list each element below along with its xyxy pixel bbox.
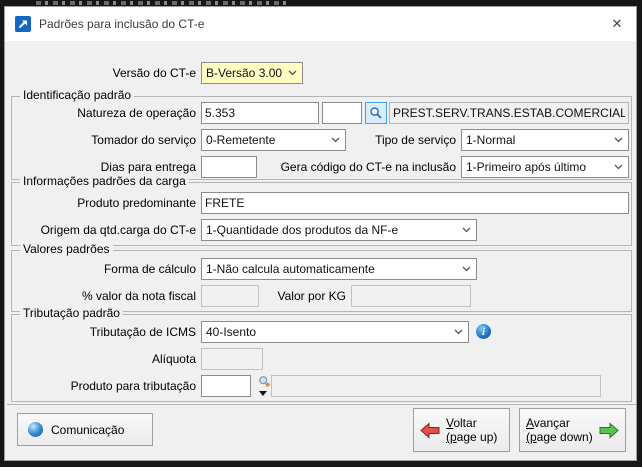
produto-tributacao-search-button[interactable]	[257, 374, 271, 388]
titlebar: Padrões para inclusão do CT-e ✕	[5, 7, 636, 41]
avancar-button-sublabel: (page down)	[526, 430, 593, 444]
icms-value: 40-Isento	[206, 325, 257, 339]
forma-calculo-combobox[interactable]: 1-Não calcula automaticamente	[201, 258, 477, 280]
dialog-title: Padrões para inclusão do CT-e	[39, 17, 205, 31]
cte-defaults-dialog: Padrões para inclusão do CT-e ✕ Versão d…	[4, 6, 637, 461]
chevron-down-icon	[462, 227, 471, 233]
gera-codigo-combobox[interactable]: 1-Primeiro após último	[461, 156, 629, 178]
app-icon	[15, 16, 31, 32]
voltar-button[interactable]: Voltar (page up)	[413, 408, 510, 452]
forma-calculo-label: Forma de cálculo	[103, 262, 196, 276]
gera-codigo-label: Gera código do CT-e na inclusão	[280, 160, 456, 174]
produto-predominante-label: Produto predominante	[77, 196, 196, 210]
chevron-down-icon	[454, 329, 463, 335]
comunicacao-button-label: Comunicação	[51, 422, 125, 437]
dias-entrega-label: Dias para entrega	[100, 160, 196, 174]
chevron-down-icon	[614, 137, 623, 143]
origem-carga-combobox[interactable]: 1-Quantidade dos produtos da NF-e	[201, 219, 477, 241]
natureza-codigo-input[interactable]	[201, 102, 319, 124]
avancar-button-label: Avançar	[526, 416, 570, 430]
produto-tributacao-label: Produto para tributação	[70, 379, 196, 393]
chevron-down-icon	[614, 164, 623, 170]
avancar-button[interactable]: Avançar (page down)	[519, 408, 626, 452]
forward-arrow-icon	[599, 421, 619, 439]
aliquota-input	[201, 348, 263, 370]
chevron-down-icon	[462, 266, 471, 272]
group-identificacao-legend: Identificação padrão	[20, 88, 135, 102]
group-valores-legend: Valores padrões	[20, 242, 113, 256]
chevron-down-icon	[331, 137, 340, 143]
versao-label: Versão do CT-e	[112, 66, 196, 80]
natureza-search-button[interactable]	[365, 102, 387, 124]
voltar-button-label: Voltar	[446, 416, 477, 430]
group-tributacao-legend: Tributação padrão	[20, 306, 123, 320]
origem-carga-label: Origem da qtd.carga do CT-e	[40, 223, 196, 237]
tipo-servico-label: Tipo de serviço	[375, 133, 456, 147]
versao-combobox[interactable]: B-Versão 3.00	[201, 62, 303, 84]
background-window-edge	[36, 1, 288, 5]
produto-tributacao-dropdown-triangle[interactable]	[259, 391, 267, 396]
screenshot-root: Padrões para inclusão do CT-e ✕ Versão d…	[0, 0, 642, 471]
tomador-combobox[interactable]: 0-Remetente	[201, 129, 346, 151]
globe-icon	[28, 422, 43, 437]
close-icon[interactable]: ✕	[608, 15, 626, 33]
produto-tributacao-input[interactable]	[201, 375, 251, 397]
icms-label: Tributação de ICMS	[89, 325, 196, 339]
natureza-descricao-field	[389, 102, 629, 124]
forma-calculo-value: 1-Não calcula automaticamente	[206, 262, 375, 276]
tomador-label: Tomador do serviço	[91, 133, 196, 147]
natureza-sufixo-input[interactable]	[322, 102, 362, 124]
comunicacao-button[interactable]: Comunicação	[17, 413, 153, 446]
gera-codigo-value: 1-Primeiro após último	[466, 160, 587, 174]
produto-tributacao-descricao-field	[271, 375, 601, 397]
origem-carga-value: 1-Quantidade dos produtos da NF-e	[206, 223, 399, 237]
pct-nota-label: % valor da nota fiscal	[81, 289, 196, 303]
group-carga-legend: Informações padrões da carga	[20, 174, 189, 188]
aliquota-label: Alíquota	[151, 352, 196, 366]
valor-kg-input	[351, 285, 471, 307]
versao-value: B-Versão 3.00	[206, 66, 283, 80]
icms-combobox[interactable]: 40-Isento	[201, 321, 469, 343]
tipo-servico-combobox[interactable]: 1-Normal	[461, 129, 629, 151]
tipo-servico-value: 1-Normal	[466, 133, 516, 147]
valor-kg-label: Valor por KG	[277, 289, 346, 303]
voltar-button-sublabel: (page up)	[446, 430, 498, 444]
dias-entrega-input[interactable]	[201, 156, 257, 178]
search-small-icon	[258, 375, 270, 387]
bottom-separator	[7, 404, 636, 405]
produto-predominante-input[interactable]	[201, 192, 629, 214]
natureza-label: Natureza de operação	[77, 106, 196, 120]
tomador-value: 0-Remetente	[206, 133, 276, 147]
search-icon	[370, 107, 382, 119]
back-arrow-icon	[420, 421, 440, 439]
chevron-down-icon	[288, 70, 297, 76]
info-icon[interactable]: i	[476, 324, 491, 339]
